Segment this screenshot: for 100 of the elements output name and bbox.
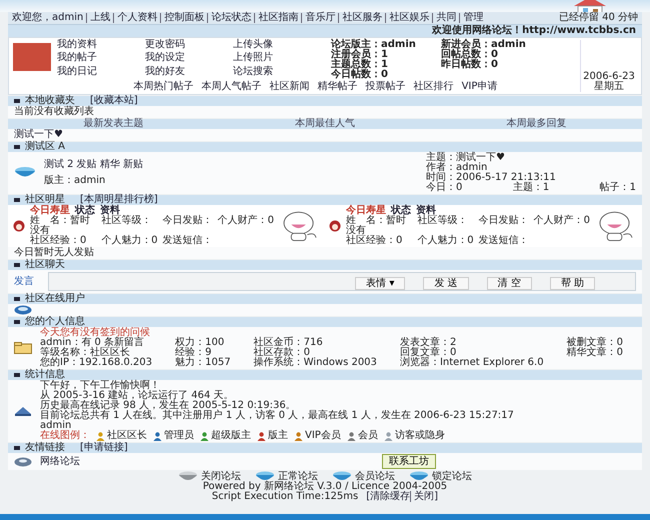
forum-stat: 回帖总数：0	[441, 50, 499, 60]
user-info-field: 等级名称：社区区长	[40, 348, 166, 358]
legend-text: 社区区长	[107, 431, 147, 441]
stats-line: 历史最高在线记录 98 人，发生在 2005-5-12 0:19:36。	[40, 401, 296, 411]
quick-link[interactable]: VIP申请	[462, 82, 498, 92]
card-link[interactable]: 状态	[391, 206, 411, 216]
nav-link[interactable]: 管理	[459, 13, 484, 23]
quick-link[interactable]: 精华帖子	[318, 82, 358, 92]
chat-button[interactable]: 发 送	[423, 277, 469, 290]
member-field: 社区等级：	[417, 216, 474, 236]
member-field: 个人魅力：0	[417, 236, 474, 246]
stats-line: 下午好，下午工作愉快啊！	[40, 381, 160, 391]
forum-name[interactable]: 测试 2 发贴 精华 新贴	[44, 160, 418, 170]
friend-link[interactable]: 网络论坛	[40, 456, 80, 466]
nav-link[interactable]: 个人资料	[113, 13, 158, 23]
forum-count: 今日：0	[426, 183, 462, 193]
quick-link[interactable]: 本周人气帖子	[202, 82, 262, 92]
user-info-field: admin：有 0 条新留言	[40, 338, 166, 348]
no-post-text: 今日暂时无人发贴	[14, 248, 94, 258]
nav-link[interactable]: 音乐厅	[301, 13, 336, 23]
nav-link[interactable]: 控制面板	[160, 13, 206, 23]
member-field: 社区经验：0	[346, 236, 412, 246]
footer-link[interactable]: [清除缓存	[366, 491, 410, 502]
quick-link[interactable]: 社区新闻	[270, 82, 310, 92]
nav-link[interactable]: 论坛状态	[207, 13, 252, 23]
forum-stat: 新进会员：admin	[441, 40, 527, 50]
section-title: 社区在线用户	[25, 294, 85, 304]
nav-link[interactable]: 社区指南	[254, 13, 300, 23]
status-label: 关闭论坛	[201, 472, 241, 482]
empty-text: 当前没有收藏列表	[14, 107, 94, 117]
forum-count: 帖子：1	[600, 183, 636, 193]
notice-text: 今天您有没有签到的问候	[40, 328, 151, 338]
link-icon	[14, 456, 32, 466]
chat-input[interactable]: 表情 ▾ 发 送 清 空 帮 助	[48, 272, 636, 291]
quick-link[interactable]: 社区排行	[414, 82, 454, 92]
member-field: 今日发贴：	[478, 216, 529, 236]
member-field: 今日发贴：	[162, 216, 213, 236]
ranking-link[interactable]: [本周明星排行榜]	[80, 195, 158, 205]
user-info-field: 权力：100	[175, 338, 244, 348]
apply-link[interactable]: [申请链接]	[80, 443, 128, 453]
execution-time: Script Execution Time:125ms	[212, 492, 358, 502]
weekday-text: 星期五	[594, 82, 624, 92]
avatar-icon	[12, 220, 26, 232]
legend-label: 在线图例：	[40, 431, 90, 441]
chat-button[interactable]: 清 空	[486, 277, 532, 290]
chat-button[interactable]: 帮 助	[550, 277, 595, 290]
user-menu-link[interactable]: 我的好友	[145, 66, 233, 80]
legend-text: 超级版主	[211, 431, 251, 441]
nav-link[interactable]: 共同	[432, 13, 458, 23]
user-info-field: 魅力：1057	[175, 358, 244, 368]
user-info-field: 您的IP：192.168.0.203	[40, 358, 166, 368]
user-info-field: 精华文章：0	[566, 348, 636, 358]
powered-text: Powered by 新网络论坛 V.3.0 / Licence 2004-2005	[202, 482, 448, 492]
card-link[interactable]: 状态	[75, 206, 95, 216]
topic-tab[interactable]: 本周最多回复	[506, 119, 566, 129]
footer-link[interactable]: 关闭]	[410, 491, 438, 502]
nav-link[interactable]: 社区娱乐	[385, 13, 430, 23]
status-label: 锁定论坛	[432, 472, 472, 482]
topic-tab[interactable]: 本周最佳人气	[294, 119, 355, 129]
bookmark-link[interactable]: [收藏本站]	[90, 96, 138, 106]
user-menu-link[interactable]: 我的设定	[145, 53, 233, 67]
nav-link[interactable]: 欢迎您，admin	[12, 13, 84, 23]
user-info-field: 回复文章：0	[400, 348, 557, 358]
avatar-placeholder	[13, 43, 51, 71]
nav-link[interactable]: 上线	[86, 13, 112, 23]
user-menu-link[interactable]: 我的日记	[57, 66, 145, 80]
topic-link[interactable]: 测试一下♥	[14, 130, 63, 140]
stats-line: 从 2005-3-16 建站，论坛运行了 464 天。	[40, 391, 234, 401]
member-field: 个人魅力：0	[101, 236, 158, 246]
online-user: admin	[40, 421, 72, 431]
welcome-text: 欢迎使用网络论坛！http://www.tcbbs.cn	[432, 26, 636, 36]
date-text: 2006-6-23	[583, 72, 635, 82]
user-info-field: 经验：9	[175, 348, 244, 358]
forum-stat: 昨日帖数：0	[441, 60, 499, 70]
user-menu-link[interactable]: 我的帖子	[57, 53, 145, 67]
stats-icon	[14, 406, 32, 416]
legend-text: 版主	[268, 431, 288, 441]
studio-button[interactable]: 联系工坊	[382, 454, 436, 469]
section-title: 本地收藏夹	[25, 96, 75, 106]
last-post-info: 作者：admin	[426, 163, 488, 173]
card-link[interactable]: 资料	[416, 206, 436, 216]
quick-link[interactable]: 投票帖子	[366, 82, 406, 92]
nav-link[interactable]: 社区服务	[338, 13, 384, 23]
user-menu-link[interactable]: 论坛搜索	[233, 66, 321, 80]
user-info-field: 社区金币：716	[254, 338, 390, 348]
user-info-field: 发表文章：2	[400, 338, 557, 348]
card-link[interactable]: 资料	[100, 206, 120, 216]
forum-status-icon	[409, 471, 429, 482]
member-field: 姓 名：暂时没有	[346, 216, 412, 236]
topic-tab[interactable]: 最新发表主题	[84, 119, 144, 129]
forum-stat: 注册会员：1	[331, 50, 389, 60]
section-title: 统计信息	[25, 370, 65, 380]
card-title: 今日寿星	[346, 206, 386, 216]
folder-icon	[14, 342, 32, 354]
forum-status-icon	[255, 471, 275, 482]
chat-button[interactable]: 表情 ▾	[355, 277, 406, 290]
quick-link[interactable]: 本周热门帖子	[134, 82, 194, 92]
user-menu-link[interactable]: 上传照片	[233, 53, 321, 67]
member-field: 社区等级：	[101, 216, 158, 236]
card-title: 今日寿星	[30, 206, 70, 216]
